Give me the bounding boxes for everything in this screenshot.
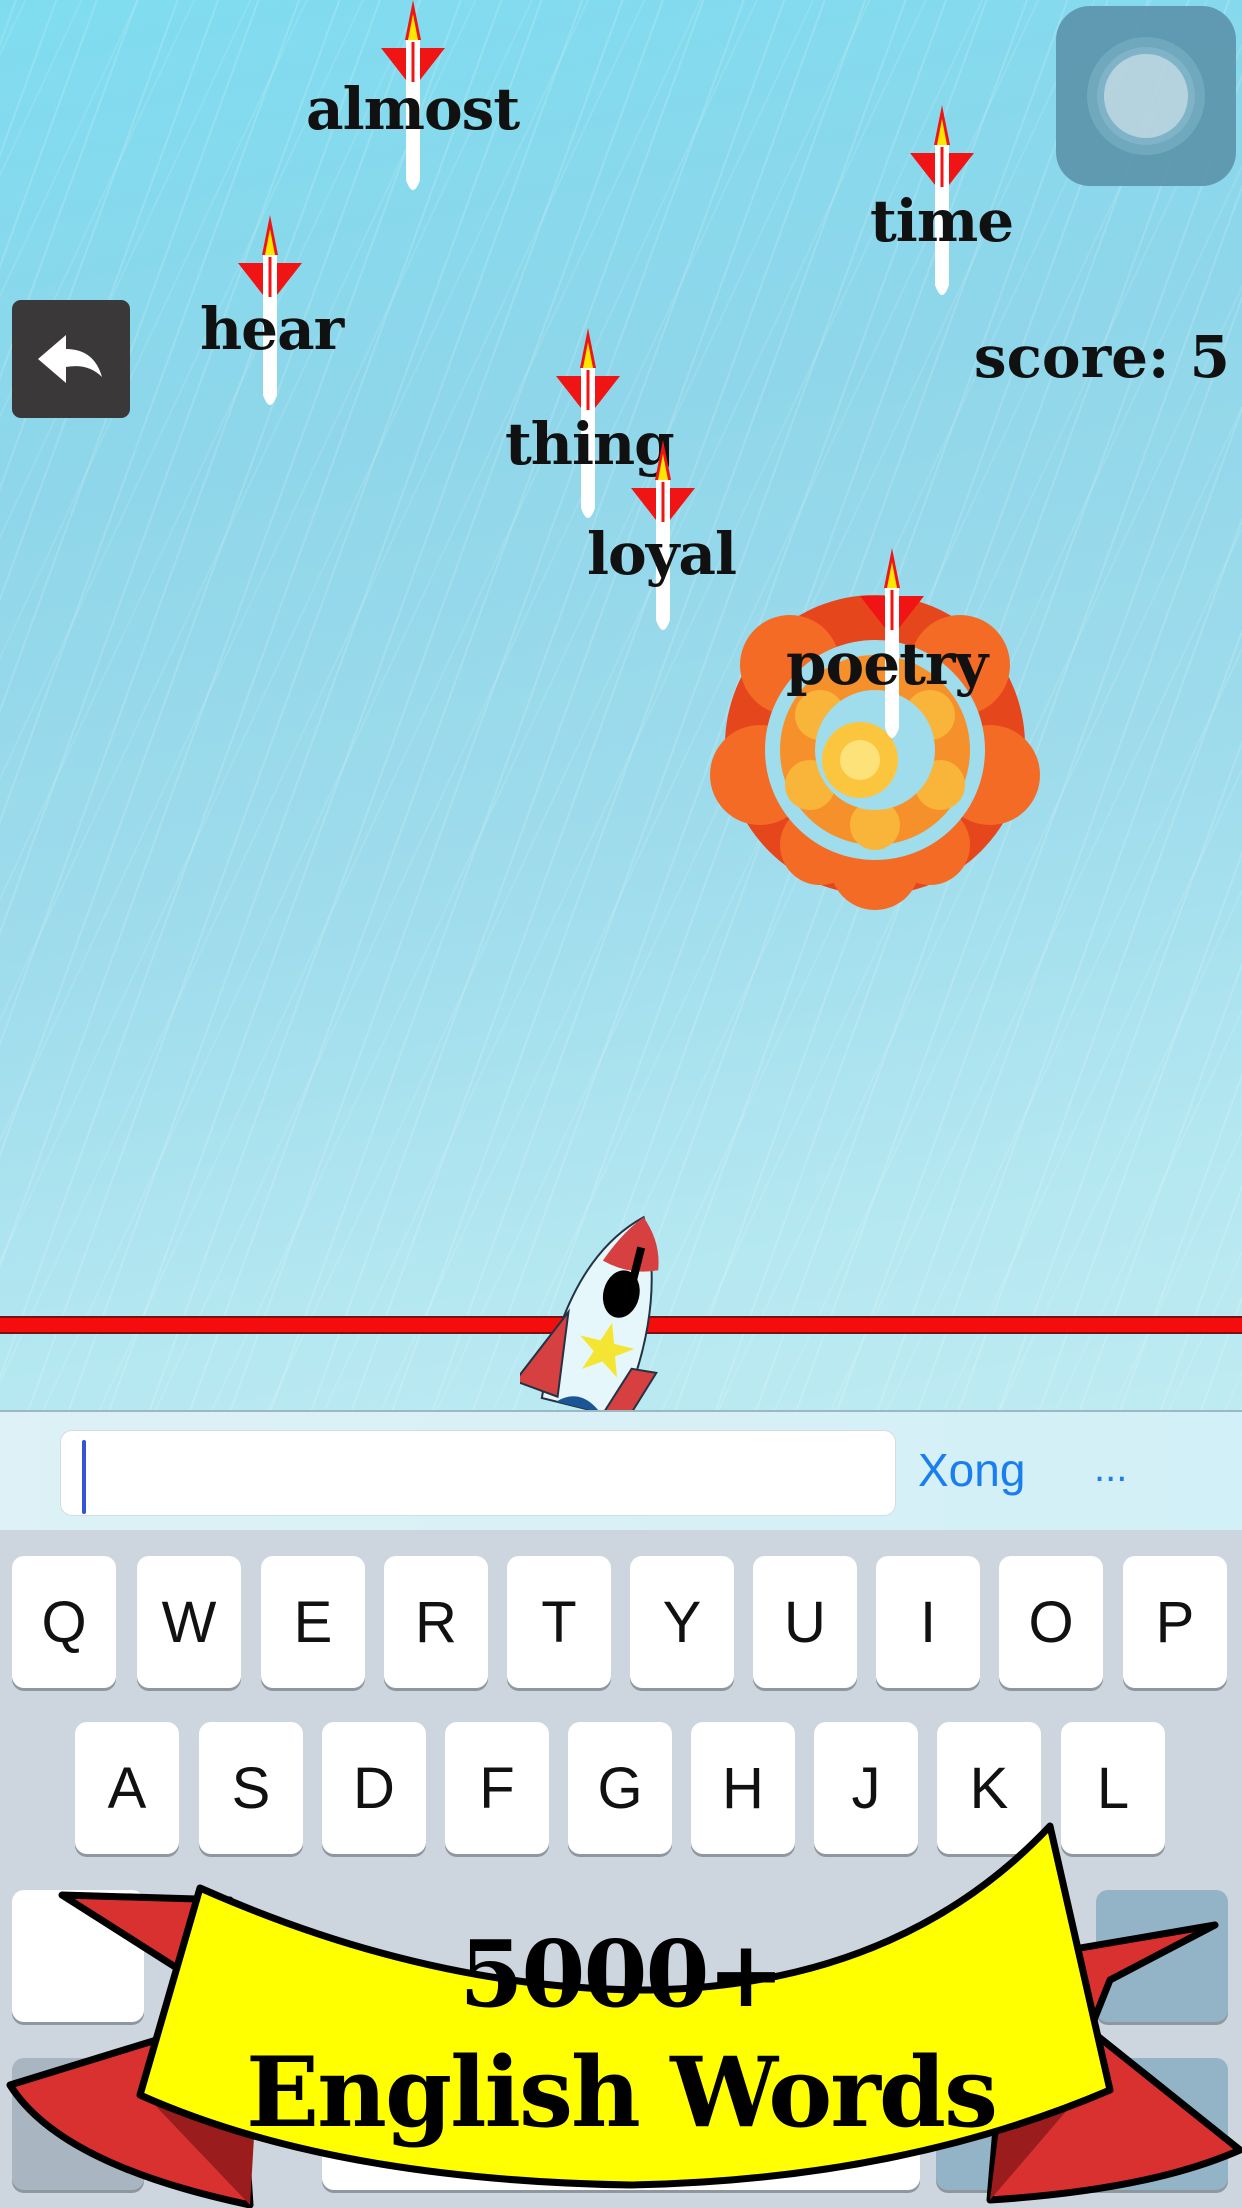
input-bar: [0, 1410, 1242, 1532]
falling-word-exploding: poetry: [786, 630, 988, 698]
key-w[interactable]: W: [137, 1556, 241, 1688]
key-p[interactable]: P: [1123, 1556, 1227, 1688]
banner-title-line2: English Words: [245, 2036, 998, 2149]
game-area: almost time hear thing loyal poetry scor…: [0, 0, 1242, 1410]
rain-background: [0, 0, 1242, 1410]
word-input[interactable]: [60, 1430, 896, 1516]
done-button[interactable]: Xong: [918, 1440, 1025, 1500]
key-t[interactable]: T: [507, 1556, 611, 1688]
key-i[interactable]: I: [876, 1556, 980, 1688]
back-button[interactable]: [12, 300, 130, 418]
banner-title-line1: 5000+: [459, 1920, 784, 2028]
assistive-touch-icon: [1087, 37, 1205, 155]
text-caret: [82, 1440, 86, 1514]
key-r[interactable]: R: [384, 1556, 488, 1688]
key-y[interactable]: Y: [630, 1556, 734, 1688]
key-e[interactable]: E: [261, 1556, 365, 1688]
rocket-icon: [520, 1215, 659, 1410]
falling-word: time: [870, 187, 1014, 255]
falling-word: almost: [306, 75, 520, 143]
back-arrow-icon: [38, 335, 102, 383]
key-q[interactable]: Q: [12, 1556, 116, 1688]
assistive-touch-button[interactable]: [1056, 6, 1236, 186]
key-u[interactable]: U: [753, 1556, 857, 1688]
more-button[interactable]: ...: [1094, 1438, 1127, 1498]
falling-word: hear: [200, 295, 344, 363]
score-label: score: 5: [973, 323, 1230, 391]
key-o[interactable]: O: [999, 1556, 1103, 1688]
